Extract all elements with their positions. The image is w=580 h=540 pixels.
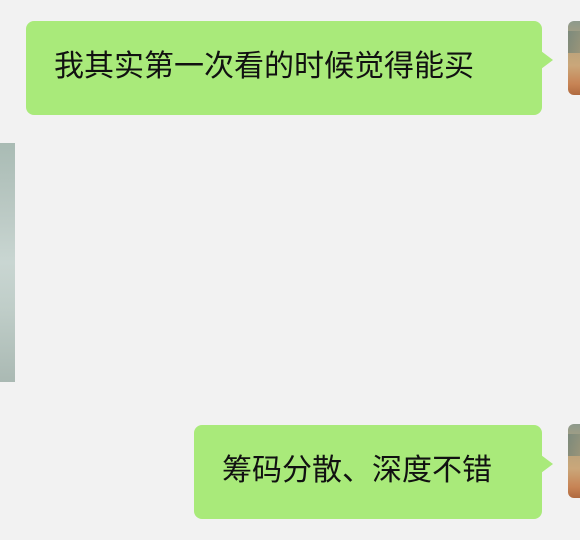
message-text: 我其实第一次看的时候觉得能买: [54, 49, 474, 84]
message-text: 筹码分散、深度不错: [222, 453, 492, 488]
user-avatar[interactable]: [568, 21, 580, 95]
sent-message-bubble[interactable]: 筹码分散、深度不错: [194, 425, 553, 519]
sent-message-bubble[interactable]: 我其实第一次看的时候觉得能买: [26, 21, 553, 115]
received-image-message[interactable]: [0, 143, 15, 382]
user-avatar[interactable]: [568, 424, 580, 498]
